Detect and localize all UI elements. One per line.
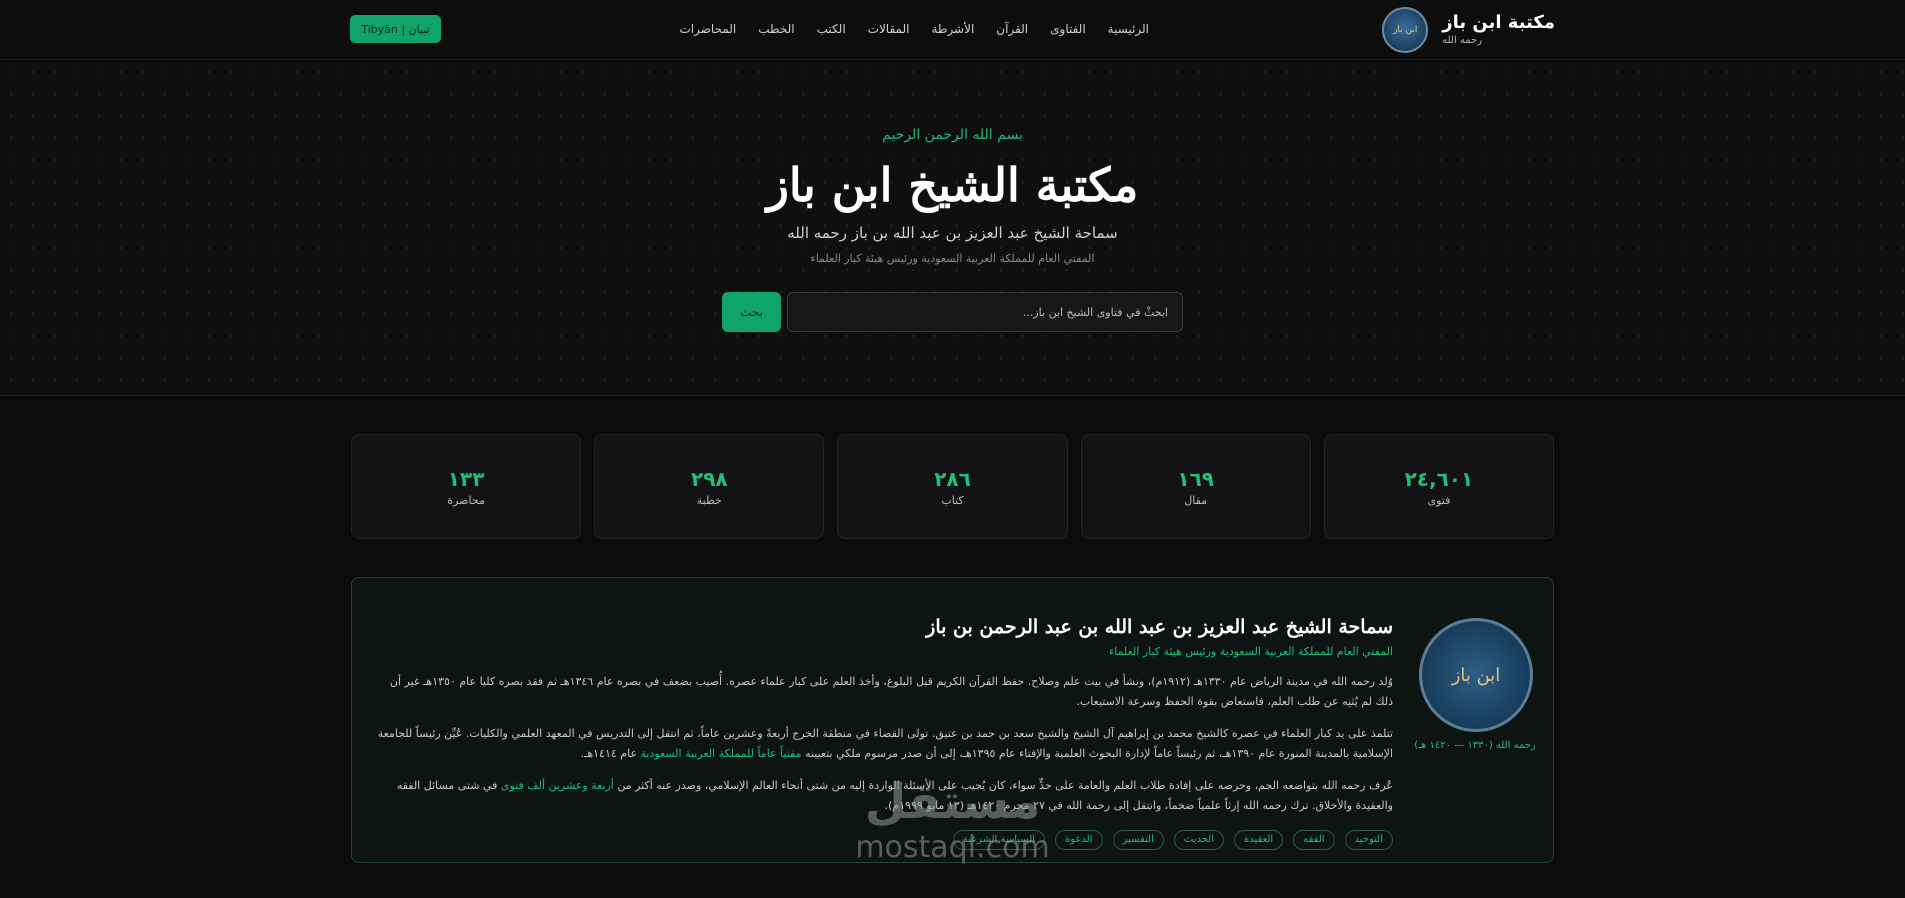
stat-label: كتاب (941, 494, 964, 507)
nav-tapes[interactable]: الأشرطة (920, 20, 985, 38)
search-button[interactable]: بحث (722, 292, 781, 332)
tag-tafsir[interactable]: التفسير (1112, 830, 1164, 850)
stat-value: ١٦٩ (1177, 467, 1215, 491)
biography-body: سماحة الشيخ عبد العزيز بن عبد الله بن عب… (373, 614, 1393, 850)
stat-card-articles[interactable]: ١٦٩ مقال (1080, 434, 1311, 539)
stat-card-books[interactable]: ٢٨٦ كتاب (837, 434, 1068, 539)
brand-text: مكتبة ابن باز رحمه الله (1442, 12, 1555, 48)
bio-text: عام ١٤١٤هـ. (580, 747, 638, 760)
nav-fatawa[interactable]: الفتاوى (1039, 20, 1097, 38)
bio-highlight: أربعة وعشرين ألف فتوى (500, 779, 614, 792)
main-nav: الرئيسية الفتاوى القرآن الأشرطة المقالات… (668, 20, 1160, 38)
hero-title: مكتبة الشيخ ابن باز (766, 158, 1139, 212)
nav-lectures[interactable]: المحاضرات (668, 20, 747, 38)
stat-label: محاضرة (447, 494, 485, 507)
nav-quran[interactable]: القرآن (985, 20, 1039, 38)
stat-value: ١٣٣ (447, 467, 485, 491)
tag-siyasa[interactable]: السياسة الشرعية (952, 830, 1046, 850)
stat-card-sermons[interactable]: ٢٩٨ خطبة (594, 434, 825, 539)
stat-label: خطبة (696, 494, 722, 507)
stat-label: مقال (1184, 494, 1208, 507)
hero-tagline: المفتي العام للمملكة العربية السعودية ور… (810, 252, 1095, 265)
search-bar: بحث (722, 292, 1183, 332)
brand-logo-seal: ابن باز (1382, 7, 1429, 53)
tibyan-button[interactable]: تبيان | Tibyān (350, 15, 441, 43)
stat-value: ٢٤,٦٠١ (1404, 467, 1474, 491)
nav-books[interactable]: الكتب (806, 20, 857, 38)
portrait-calligraphy: ابن باز (1451, 664, 1501, 686)
nav-sermons[interactable]: الخطب (747, 20, 805, 38)
topic-tags: التوحيد الفقه العقيدة الحديث التفسير الد… (373, 830, 1393, 850)
bio-paragraph-3: عُرف رحمه الله بتواضعه الجم، وحرصه على إ… (373, 776, 1393, 816)
seal-calligraphy: ابن باز (1393, 25, 1418, 35)
life-dates: رحمه الله (١٣٣٠ — ١٤٢٠ هـ) (1414, 740, 1536, 751)
tag-dawah[interactable]: الدعوة (1055, 830, 1103, 850)
scholar-role: المفتي العام للمملكة العربية السعودية ور… (1109, 645, 1393, 658)
bio-text: تتلمذ على يد كبار العلماء في عصره كالشيخ… (377, 727, 1393, 760)
stat-value: ٢٩٨ (690, 467, 728, 491)
bio-paragraph-1: وُلد رحمه الله في مدينة الرياض عام ١٣٣٠ه… (389, 675, 1393, 708)
stat-card-fatawa[interactable]: ٢٤,٦٠١ فتوى (1323, 434, 1554, 539)
hero-section: بسم الله الرحمن الرحيم مكتبة الشيخ ابن ب… (0, 61, 1905, 396)
stat-label: فتوى (1427, 494, 1451, 507)
nav-home[interactable]: الرئيسية (1097, 20, 1160, 38)
tag-hadith[interactable]: الحديث (1173, 830, 1224, 850)
hero-subtitle: سماحة الشيخ عبد العزيز بن عبد الله بن با… (787, 224, 1118, 242)
bio-paragraph-2: تتلمذ على يد كبار العلماء في عصره كالشيخ… (373, 724, 1393, 764)
stats-row: ٢٤,٦٠١ فتوى ١٦٩ مقال ٢٨٦ كتاب ٢٩٨ خطبة ١… (350, 434, 1554, 539)
brand-subtitle: رحمه الله (1442, 35, 1483, 46)
brand-name: مكتبة ابن باز (1442, 12, 1555, 33)
nav-articles[interactable]: المقالات (857, 20, 921, 38)
brand[interactable]: مكتبة ابن باز رحمه الله ابن باز (1382, 7, 1555, 53)
tag-fiqh[interactable]: الفقه (1293, 830, 1335, 850)
bio-highlight: مفتياً عاماً للمملكة العربية السعودية (640, 747, 802, 760)
top-navbar: مكتبة ابن باز رحمه الله ابن باز الرئيسية… (0, 0, 1905, 60)
search-input[interactable] (787, 292, 1183, 332)
stat-card-lectures[interactable]: ١٣٣ محاضرة (350, 434, 582, 539)
scholar-name: سماحة الشيخ عبد العزيز بن عبد الله بن عب… (926, 616, 1393, 638)
basmala: بسم الله الرحمن الرحيم (882, 127, 1023, 143)
stat-value: ٢٨٦ (934, 467, 971, 491)
tag-tawhid[interactable]: التوحيد (1344, 830, 1393, 850)
portrait-seal: ابن باز (1419, 618, 1533, 732)
tag-aqidah[interactable]: العقيدة (1234, 830, 1284, 850)
biography-card: ابن باز رحمه الله (١٣٣٠ — ١٤٢٠ هـ) سماحة… (351, 577, 1554, 863)
bio-text: عُرف رحمه الله بتواضعه الجم، وحرصه على إ… (617, 779, 1393, 792)
